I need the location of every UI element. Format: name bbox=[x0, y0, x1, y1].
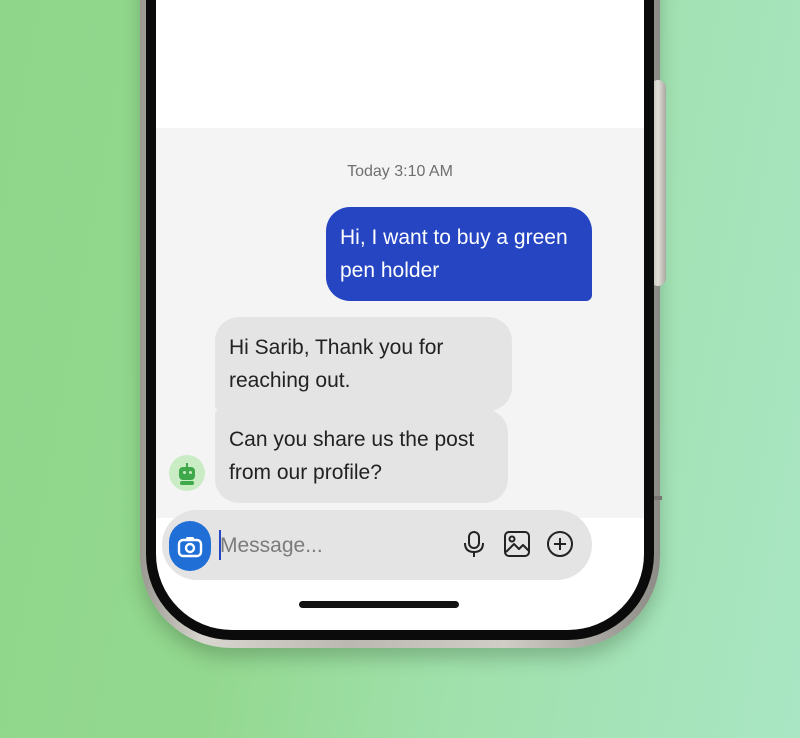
message-input[interactable] bbox=[220, 529, 420, 563]
bot-eye bbox=[189, 471, 192, 474]
message-timestamp: Today 3:10 AM bbox=[347, 163, 453, 180]
bot-body bbox=[180, 481, 194, 485]
camera-icon bbox=[177, 537, 203, 558]
plus-circle-icon[interactable] bbox=[545, 529, 575, 559]
bot-eye bbox=[183, 471, 186, 474]
incoming-message-bubble[interactable]: Can you share us the post from our profi… bbox=[215, 409, 508, 503]
bot-avatar bbox=[169, 455, 205, 491]
home-indicator[interactable] bbox=[299, 601, 459, 608]
gallery-icon[interactable] bbox=[502, 529, 532, 559]
microphone-icon[interactable] bbox=[459, 529, 489, 559]
outgoing-message-bubble[interactable]: Hi, I want to buy a green pen holder bbox=[326, 207, 592, 301]
incoming-message-bubble[interactable]: Hi Sarib, Thank you for reaching out. bbox=[215, 317, 512, 411]
camera-button[interactable] bbox=[169, 521, 211, 571]
bot-icon bbox=[179, 467, 195, 480]
